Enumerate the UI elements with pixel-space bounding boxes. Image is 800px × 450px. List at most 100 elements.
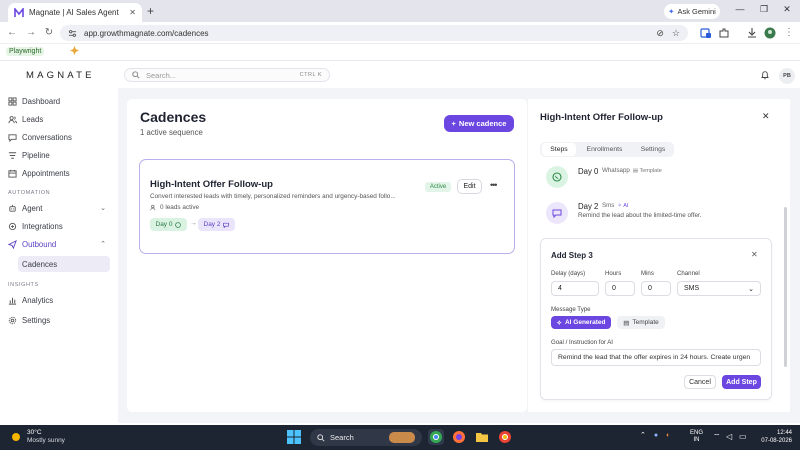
more-options-icon[interactable]: ••• [490, 180, 498, 190]
extension-icon[interactable] [700, 27, 712, 39]
sidebar-item-leads[interactable]: Leads [8, 111, 111, 127]
new-cadence-button[interactable]: + New cadence [444, 115, 514, 132]
battery-icon[interactable]: ▭ [739, 432, 747, 441]
chart-icon [8, 297, 17, 305]
status-badge: Active [425, 182, 451, 192]
search-icon [132, 71, 140, 79]
step-description: Remind the lead about the limited-time o… [578, 212, 702, 219]
profile-icon[interactable] [764, 27, 776, 39]
volume-icon[interactable]: ◁ [726, 432, 732, 441]
step-tag-label: Template [639, 167, 662, 174]
brightness-icon[interactable]: ◐ [666, 432, 670, 439]
new-tab-icon[interactable]: + [147, 4, 154, 18]
sidebar-item-agent[interactable]: Agent ⌄ [8, 200, 111, 216]
chevron-up-icon[interactable]: ⌃ [640, 431, 646, 439]
sidebar-item-cadences[interactable]: Cadences [18, 256, 110, 272]
ask-gemini-button[interactable]: ✦ Ask Gemini [664, 4, 720, 19]
avatar[interactable]: PB [779, 68, 795, 84]
sidebar-item-pipeline[interactable]: Pipeline [8, 147, 111, 163]
sidebar-item-settings[interactable]: Settings [8, 312, 111, 328]
gemini-spark-icon: ✦ [668, 7, 675, 16]
mins-input[interactable]: 0 [641, 281, 671, 296]
chat-icon [8, 133, 17, 142]
tab-enrollments[interactable]: Enrollments [583, 143, 626, 156]
app-logo[interactable]: MAGNATE [26, 70, 95, 81]
new-cadence-label: New cadence [458, 119, 507, 128]
edit-button[interactable]: Edit [457, 179, 482, 194]
step-channel-label: Sms [602, 202, 615, 209]
close-window-icon[interactable]: ✕ [780, 4, 794, 15]
bookmark-star-icon[interactable]: ☆ [672, 28, 680, 39]
template-label: Template [632, 319, 659, 326]
message-type-label: Message Type [551, 306, 591, 313]
panel-scrollbar[interactable] [784, 207, 787, 367]
cancel-button[interactable]: Cancel [684, 375, 716, 389]
step-day: Day 0 [578, 167, 599, 176]
sidebar-item-label: Integrations [22, 221, 63, 231]
cadence-description: Convert interested leads with timely, pe… [150, 193, 396, 200]
ai-generated-toggle[interactable]: ✧ AI Generated [551, 316, 611, 329]
arrow-right-icon: → [190, 220, 197, 227]
send-icon [8, 239, 17, 249]
taskbar-search[interactable]: Search [310, 429, 422, 446]
address-bar[interactable]: app.growthmagnate.com/cadences ⊘ ☆ [60, 25, 688, 41]
template-toggle[interactable]: ▤ Template [617, 316, 665, 329]
browser-menu-icon[interactable]: ⋮ [783, 27, 795, 39]
sidebar-item-outbound[interactable]: Outbound ⌃ [8, 236, 111, 252]
restore-icon[interactable]: ❐ [757, 4, 771, 15]
close-tab-icon[interactable]: ✕ [129, 8, 136, 17]
gear-icon [8, 316, 17, 324]
goal-input[interactable]: Remind the lead that the offer expires i… [551, 349, 761, 366]
search-input[interactable]: Search... CTRL K [124, 68, 330, 82]
firefox-taskbar-icon[interactable] [451, 429, 467, 445]
sidebar-item-appointments[interactable]: Appointments [8, 165, 111, 181]
weather-widget[interactable]: 30°C Mostly sunny [10, 429, 65, 444]
chevron-down-icon[interactable]: ⌄ [100, 204, 106, 212]
file-explorer-taskbar-icon[interactable] [474, 429, 490, 445]
step-chip-label: Day 2 [203, 221, 221, 228]
search-highlight-icon [389, 432, 415, 443]
channel-select[interactable]: SMS ⌄ [677, 281, 761, 296]
site-settings-icon[interactable] [68, 29, 77, 38]
delay-days-input[interactable]: 4 [551, 281, 599, 296]
step-chip-day-2: Day 2 [198, 218, 235, 231]
bookmark-playwright[interactable]: Playwright [6, 47, 45, 56]
reload-icon[interactable]: ↻ [43, 27, 55, 39]
users-icon [8, 115, 17, 123]
windows-start-icon[interactable] [287, 430, 301, 444]
sidebar-item-conversations[interactable]: Conversations [8, 129, 111, 145]
sidebar-item-analytics[interactable]: Analytics [8, 292, 111, 308]
search-shortcut: CTRL K [299, 72, 322, 78]
language-indicator[interactable]: ENG IN [690, 430, 703, 444]
download-icon[interactable] [746, 27, 758, 39]
bookmark-app-icon[interactable] [70, 46, 79, 55]
close-icon[interactable]: ✕ [762, 111, 770, 122]
chevron-up-icon[interactable]: ⌃ [100, 240, 106, 248]
bell-icon[interactable] [760, 70, 770, 80]
add-step-button[interactable]: Add Step [722, 375, 761, 389]
sidebar-item-dashboard[interactable]: Dashboard [8, 93, 111, 109]
tab-steps[interactable]: Steps [542, 143, 576, 156]
back-icon[interactable]: ← [6, 27, 18, 39]
browser-tab[interactable]: Magnate | AI Sales Agent ✕ [8, 3, 142, 22]
eye-off-icon[interactable]: ⊘ [656, 28, 664, 39]
cloud-icon[interactable]: ● [654, 432, 658, 439]
sidebar-item-integrations[interactable]: Integrations [8, 218, 111, 234]
forward-icon[interactable]: → [25, 27, 37, 39]
delay-label: Delay (days) [551, 270, 586, 277]
clock-date: 07-08-2026 [761, 437, 792, 444]
chrome-taskbar-icon[interactable] [428, 429, 444, 445]
cadences-list-panel [127, 99, 527, 412]
hours-input[interactable]: 0 [605, 281, 635, 296]
search-placeholder: Search... [146, 70, 177, 80]
add-step-title: Add Step 3 [551, 251, 593, 260]
taskbar-search-label: Search [330, 433, 354, 442]
bookmarks-bar [0, 44, 800, 61]
chrome-profile-taskbar-icon[interactable] [497, 429, 513, 445]
close-icon[interactable]: ✕ [751, 250, 758, 259]
minimize-icon[interactable]: — [733, 4, 747, 14]
tab-settings[interactable]: Settings [635, 143, 671, 156]
wifi-icon[interactable]: ⌔ [713, 432, 721, 442]
puzzle-icon[interactable] [718, 27, 730, 39]
taskbar-clock[interactable]: 12:44 07-08-2026 [752, 430, 792, 445]
